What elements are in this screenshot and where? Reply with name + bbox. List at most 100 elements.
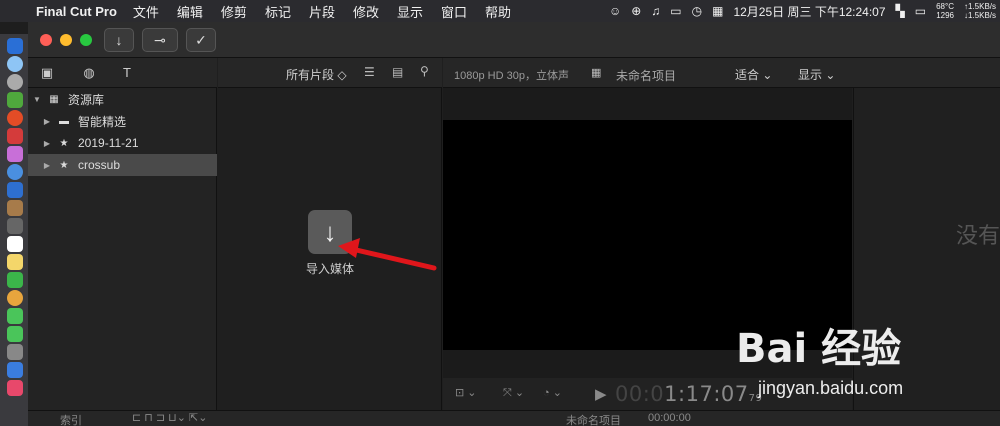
filmstrip-icon[interactable]: ▤: [392, 65, 403, 79]
baidu-watermark: Bai 经验 jingyan.baidu.com: [736, 316, 998, 422]
temp-stats[interactable]: 68°C 1296: [936, 2, 954, 20]
safari-icon[interactable]: [7, 164, 23, 180]
disclosure-icon[interactable]: ▶: [42, 117, 52, 126]
ghost-icon[interactable]: ☺: [609, 4, 621, 18]
display-icon[interactable]: ▭: [670, 4, 681, 18]
chrome-icon[interactable]: [7, 110, 23, 126]
sidebar-item-smart-collections[interactable]: ▶ ▬ 智能精选: [28, 110, 217, 132]
calendar-icon[interactable]: ▦: [712, 4, 723, 18]
sidebar-item-label: 智能精选: [78, 114, 127, 129]
itunes-icon[interactable]: [7, 380, 23, 396]
battery-icon[interactable]: ▭: [915, 4, 926, 18]
baidu-url: jingyan.baidu.com: [758, 378, 904, 398]
bookmark-icon[interactable]: ▚: [896, 4, 905, 18]
library-icon: ▦: [49, 93, 59, 105]
disclosure-icon[interactable]: ▶: [42, 161, 52, 170]
android-icon[interactable]: [7, 92, 23, 108]
menu-file[interactable]: 文件: [133, 2, 159, 21]
timeline-time: 00:00:00: [648, 412, 691, 424]
messages-icon[interactable]: [7, 326, 23, 342]
menu-mark[interactable]: 标记: [265, 2, 291, 21]
import-media-button[interactable]: ↓: [308, 210, 352, 254]
import-toolbar-button[interactable]: ↓: [104, 28, 134, 52]
crop-menu-icon[interactable]: ⊡ ⌄: [455, 386, 477, 399]
numbers-icon[interactable]: [7, 272, 23, 288]
browser-toolbar: 所有片段 ◇ ☰ ▤ ⚲: [218, 58, 442, 88]
baidu-logo: Bai 经验: [736, 326, 902, 372]
menu-edit[interactable]: 编辑: [177, 2, 203, 21]
menu-trim[interactable]: 修剪: [221, 2, 247, 21]
net-up-value: 1.5KB/s: [967, 2, 996, 11]
view-menu[interactable]: 显示 ⌄: [798, 66, 835, 83]
inspector-empty-text: 没有: [955, 223, 1000, 248]
rpm-value: 1296: [936, 11, 954, 20]
clip-filter[interactable]: 所有片段 ◇: [286, 66, 347, 83]
sidebar-item-event-2019[interactable]: ▶ ★ 2019-11-21: [28, 132, 217, 154]
titles-generators-icon[interactable]: T: [118, 65, 136, 81]
background-tasks-button[interactable]: ✓: [186, 28, 216, 52]
key-icon: ⊸: [154, 31, 166, 48]
sidebar-item-crossub[interactable]: ▶ ★ crossub: [28, 154, 217, 176]
timeline-project-name: 未命名项目: [566, 415, 621, 426]
contacts-icon[interactable]: [7, 200, 23, 216]
app-icon[interactable]: [7, 128, 23, 144]
zoom-fit-menu[interactable]: 适合 ⌄: [735, 66, 772, 83]
event-star-icon: ★: [59, 159, 69, 171]
clock-icon[interactable]: ◷: [692, 4, 702, 18]
effects-menu-icon[interactable]: ⤧ ⌄: [503, 386, 524, 400]
title-bar: ↓ ⊸ ✓: [28, 22, 1000, 58]
library-row[interactable]: ▼ ▦ 资源库: [28, 88, 217, 110]
net-up: ↑1.5KB/s: [963, 2, 996, 11]
app-menu[interactable]: Final Cut Pro: [36, 4, 117, 19]
zoom-button[interactable]: [80, 34, 92, 46]
globe-icon[interactable]: ⊕: [631, 4, 641, 18]
photos-icon[interactable]: [7, 290, 23, 306]
stickies-icon[interactable]: [7, 254, 23, 270]
import-media-label: 导入媒体: [305, 262, 354, 276]
keyword-button[interactable]: ⊸: [142, 28, 178, 52]
datetime[interactable]: 12月25日 周三 下午12:24:07: [733, 3, 885, 20]
system-prefs-icon[interactable]: [7, 344, 23, 360]
index-button[interactable]: 索引: [60, 412, 82, 426]
photos-audio-icon[interactable]: ◍: [80, 65, 98, 81]
play-icon[interactable]: ▶: [595, 385, 607, 403]
library-sidebar: ▼ ▦ 资源库 ▶ ▬ 智能精选 ▶ ★ 2019-11-21 ▶ ★ cros…: [28, 88, 217, 410]
libraries-icon[interactable]: ▣: [38, 65, 56, 81]
disclosure-open-icon[interactable]: ▼: [32, 95, 42, 104]
sidebar-item-label: 2019-11-21: [78, 136, 139, 150]
temp-value: 68°C: [936, 2, 954, 11]
project-name: 未命名项目: [616, 69, 677, 83]
speed-menu-icon[interactable]: ◔ ⌄: [543, 386, 562, 399]
preview-icon[interactable]: [7, 182, 23, 198]
close-button[interactable]: [40, 34, 52, 46]
menu-help[interactable]: 帮助: [485, 2, 511, 21]
menu-window[interactable]: 窗口: [441, 2, 467, 21]
clip-browser: ↓ 导入媒体: [218, 88, 442, 410]
format-info: 1080p HD 30p，立体声: [454, 70, 569, 82]
finder-icon[interactable]: [7, 38, 23, 54]
search-icon[interactable]: ⚲: [420, 64, 429, 78]
disclosure-icon[interactable]: ▶: [42, 139, 52, 148]
folder-icon: ▬: [59, 115, 69, 127]
calendar-app-icon[interactable]: [7, 236, 23, 252]
minimize-button[interactable]: [60, 34, 72, 46]
dock: [0, 34, 28, 426]
notes-icon[interactable]: [7, 146, 23, 162]
music-icon[interactable]: ♫: [651, 4, 660, 18]
facetime-icon[interactable]: [7, 308, 23, 324]
net-stats[interactable]: ↑1.5KB/s ↓1.5KB/s: [964, 2, 996, 20]
check-icon: ✓: [195, 31, 207, 48]
siri-icon[interactable]: [7, 56, 23, 72]
app-store-icon[interactable]: [7, 362, 23, 378]
clip-appearance-icon[interactable]: ☰: [364, 65, 375, 79]
menu-clip[interactable]: 片段: [309, 2, 335, 21]
event-star-icon: ★: [59, 137, 69, 149]
launchpad-icon[interactable]: [7, 74, 23, 90]
clapper-icon: ▦: [591, 67, 602, 79]
menu-view[interactable]: 显示: [397, 2, 423, 21]
app-icon-2[interactable]: [7, 218, 23, 234]
clip-appearance-icon[interactable]: ⊏ ⊓ ⊐ ⊔⌄ ⇱⌄: [132, 411, 207, 424]
download-arrow-icon: ↓: [323, 216, 337, 247]
timecode-dim: 00:0: [615, 382, 665, 406]
menu-modify[interactable]: 修改: [353, 2, 379, 21]
